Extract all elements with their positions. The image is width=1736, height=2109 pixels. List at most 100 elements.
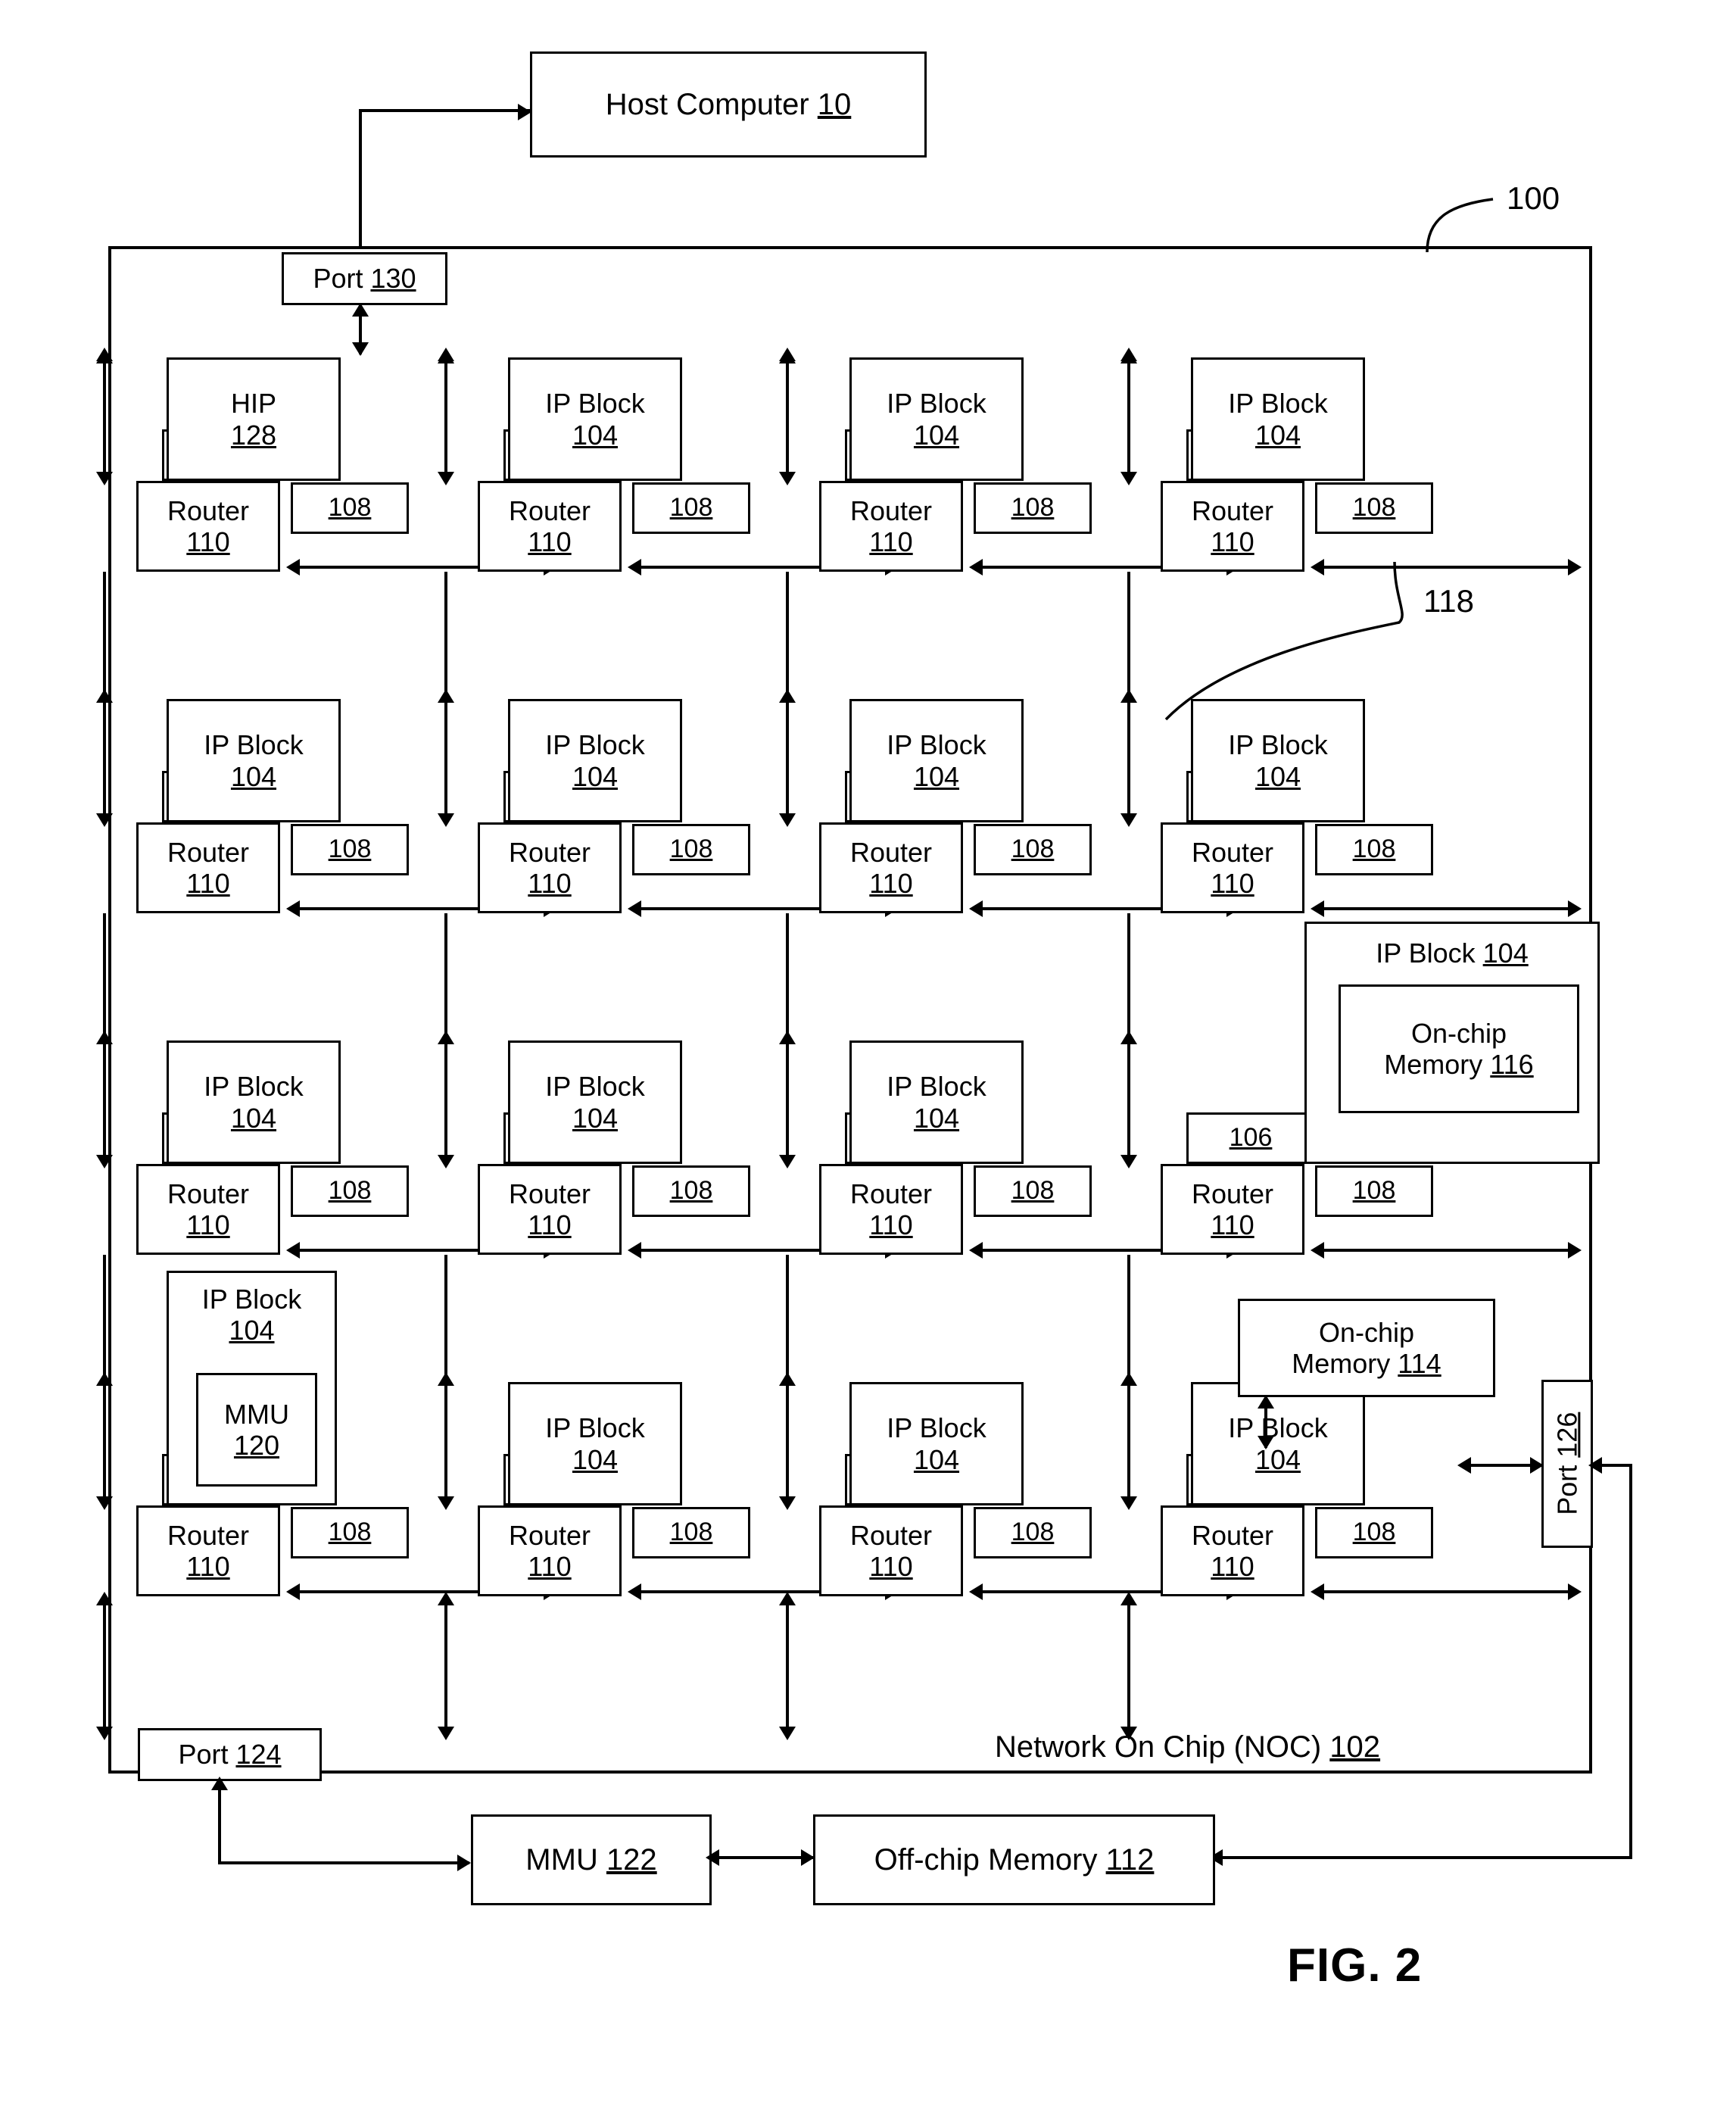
vertical-link-arrow-up-r1c3 [1120,689,1137,703]
vertical-link-r2c0 [103,1035,106,1164]
router-ref: 110 [869,526,913,557]
ip-block-title: IP Block [1228,388,1328,420]
port126-to-offchip-horizontal [1215,1856,1632,1859]
router-box-r1c1: Router 110 [478,822,622,913]
bottom-stub-c1 [444,1596,447,1733]
router-label: Router [1191,1519,1274,1551]
horizontal-link-arrow-right-r2c3 [1568,1242,1582,1259]
ip-block-ref: 104 [1482,938,1529,969]
port124-down-vertical [218,1781,221,1864]
mmu-120-label: MMU [224,1398,289,1430]
column-bus-r0c0 [103,572,106,694]
ip-block-ref: 104 [913,760,960,792]
ip-block-title: IP Block [1228,1412,1328,1444]
ip-block-ref: 104 [572,419,619,451]
bottom-stub-arrow-up-c3 [1120,1592,1137,1605]
router-box-r2c2: Router 110 [819,1164,963,1255]
network-interface-controller-108-r3c1: 108 [632,1507,750,1558]
vertical-link-r3c1 [444,1377,447,1505]
horizontal-link-r3c3 [1321,1590,1571,1593]
vertical-link-arrow-down-r1c2 [779,813,796,827]
top-stub-arrow-c0 [96,350,113,363]
horizontal-link-arrow-left-r2c2 [969,1242,983,1259]
column-bus-r1c1 [444,913,447,1035]
router-ref: 110 [528,1551,572,1582]
vertical-link-arrow-up-r2c3 [1120,1031,1137,1044]
column-bus-r2c3 [1127,1255,1130,1377]
router-box-r3c2: Router 110 [819,1505,963,1596]
horizontal-link-arrow-left-r2c1 [628,1242,641,1259]
horizontal-link-arrow-right-r1c3 [1568,900,1582,917]
ip-block-ref: 104 [572,760,619,792]
ip-block-ref: 104 [1254,760,1301,792]
top-stub-arrow-c3 [1120,350,1137,363]
ip-block-ref: 104 [572,1443,619,1475]
ip-block-ref: 104 [230,760,277,792]
router-ref: 110 [869,1551,913,1582]
vertical-link-arrow-up-r3c0 [96,1372,113,1386]
ref-108-label: 108 [1352,1518,1396,1547]
ip-block-104-r3c3: IP Block 104 [1191,1382,1365,1505]
onchip-114-line1: On-chip [1318,1316,1415,1348]
hip-128-box-r0c0: HIP 128 [167,357,341,481]
vertical-link-arrow-down-r2c3 [1120,1155,1137,1168]
ip33-port126-arrow-right [1530,1457,1544,1474]
horizontal-link-arrow-left-r3c3 [1311,1583,1324,1600]
column-bus-r2c2 [786,1255,789,1377]
horizontal-link-arrow-left-r1c3 [1311,900,1324,917]
figure-label: FIG. 2 [1287,1939,1423,1992]
ip-block-ref: 104 [572,1102,619,1134]
vertical-link-arrow-down-r3c1 [438,1496,454,1510]
router-ref: 110 [186,1551,230,1582]
offchip-112-label: Off-chip Memory 112 [874,1843,1155,1877]
horizontal-link-arrow-left-r3c2 [969,1583,983,1600]
port-124-label: Port 124 [178,1739,282,1770]
noc-node-grid: Router110106108HIP128Router110106108IP B… [0,0,1736,2109]
ip-block-title: IP Block [887,729,986,761]
vertical-link-r1c2 [786,694,789,822]
vertical-link-r0c1 [444,352,447,481]
horizontal-link-r2c3 [1321,1249,1571,1252]
ref-108-label: 108 [1011,493,1055,523]
vertical-link-arrow-down-r0c0 [96,472,113,485]
horizontal-link-arrow-left-r1c1 [628,900,641,917]
ref-108-label: 108 [1352,1176,1396,1206]
horizontal-link-r1c3 [1321,907,1571,910]
ip-block-title: IP Block [204,729,304,761]
port124-down-arrow [211,1777,228,1790]
network-interface-controller-108-r0c0: 108 [291,482,409,534]
horizontal-link-arrow-left-r2c3 [1311,1242,1324,1259]
router-ref: 110 [869,1209,913,1240]
network-interface-controller-108-r0c2: 108 [974,482,1092,534]
vertical-link-r3c0 [103,1377,106,1505]
memory-comm-controller-106-r2c3: 106 [1186,1112,1315,1164]
vertical-link-arrow-up-r3c3 [1120,1372,1137,1386]
router-label: Router [508,1519,591,1551]
router-label: Router [508,836,591,868]
router-box-r2c1: Router 110 [478,1164,622,1255]
router-box-r3c3: Router 110 [1161,1505,1304,1596]
noc-title-label: Network On Chip (NOC) 102 [995,1730,1381,1764]
vertical-link-arrow-down-r1c0 [96,813,113,827]
router-label: Router [167,1519,250,1551]
horizontal-link-arrow-left-r3c1 [628,1583,641,1600]
vertical-link-arrow-up-r1c0 [96,689,113,703]
vertical-link-r0c3 [1127,352,1130,481]
column-bus-r2c0 [103,1255,106,1377]
router-box-r1c0: Router 110 [136,822,280,913]
ip-block-104-r0c2: IP Block 104 [849,357,1024,481]
network-interface-controller-108-r2c2: 108 [974,1165,1092,1217]
port-126-box: Port 126 [1541,1380,1593,1548]
vertical-link-r1c3 [1127,694,1130,822]
router-label: Router [849,494,933,526]
port124-to-mmu122-arrow [457,1855,471,1871]
offchip-memory-112-box: Off-chip Memory 112 [813,1814,1215,1905]
router-label: Router [167,494,250,526]
hip-ref: 128 [230,419,277,451]
router-ref: 110 [869,868,913,899]
ip-block-104-r3c1: IP Block 104 [508,1382,682,1505]
router-box-r0c3: Router 110 [1161,481,1304,572]
vertical-link-r3c2 [786,1377,789,1505]
bottom-stub-arrow-up-c2 [779,1592,796,1605]
vertical-link-arrow-down-r3c0 [96,1496,113,1510]
